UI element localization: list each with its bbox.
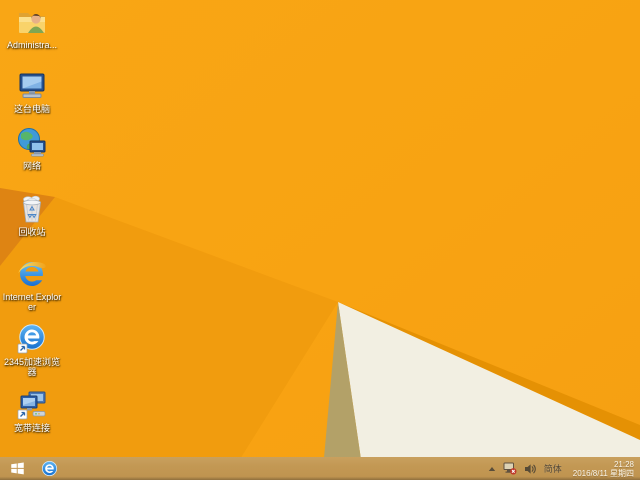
volume-button[interactable] — [524, 463, 537, 475]
input-method-indicator[interactable]: 简体 — [544, 462, 562, 475]
taskbar-app-browser-2345[interactable] — [34, 457, 64, 480]
desktop-icon-label: 这台电脑 — [13, 104, 50, 114]
windows-logo-icon — [10, 462, 24, 475]
desktop-icon-internet-explorer[interactable]: Internet Explorer — [2, 258, 62, 312]
recycle-bin-icon — [23, 195, 41, 223]
taskbar: 简体 21:28 2016/8/11 星期四 — [0, 457, 640, 480]
browser-2345-icon — [17, 324, 45, 354]
system-tray: 简体 21:28 2016/8/11 星期四 — [488, 457, 638, 480]
browser-2345-taskbar-icon — [41, 460, 57, 477]
desktop-icon-this-pc[interactable]: 这台电脑 — [2, 70, 62, 114]
show-hidden-icons-button[interactable] — [488, 465, 496, 473]
desktop-icon-browser-2345[interactable]: 2345加速浏览器 — [2, 323, 62, 377]
clock-date: 2016/8/11 星期四 — [572, 468, 634, 478]
desktop-icon-label: Internet Explorer — [2, 292, 62, 312]
desktop-icon-broadband[interactable]: 宽带连接 — [2, 389, 62, 433]
desktop[interactable]: Administra... 这台电脑 网络 回收站 Internet Explo… — [0, 0, 640, 480]
taskbar-clock[interactable]: 21:28 2016/8/11 星期四 — [569, 460, 638, 478]
network-disconnected-icon — [503, 462, 517, 475]
desktop-icon-label: Administra... — [6, 40, 57, 50]
wallpaper-image — [0, 0, 640, 480]
desktop-icon-label: 网络 — [22, 161, 41, 171]
network-globe-icon — [18, 128, 46, 157]
clock-time: 21:28 — [613, 459, 634, 469]
desktop-icon-admin-folder[interactable]: Administra... — [2, 6, 62, 50]
speaker-icon — [524, 463, 536, 474]
computer-icon — [19, 73, 45, 98]
desktop-icon-label: 2345加速浏览器 — [3, 357, 61, 377]
desktop-icon-label: 宽带连接 — [13, 423, 50, 433]
user-folder-icon — [19, 13, 45, 33]
network-status-button[interactable] — [503, 462, 517, 475]
desktop-icon-network[interactable]: 网络 — [2, 127, 62, 171]
chevron-up-icon — [488, 466, 495, 471]
broadband-connection-icon — [17, 391, 46, 420]
desktop-icon-label: 回收站 — [18, 227, 46, 237]
start-button[interactable] — [0, 457, 34, 480]
internet-explorer-icon — [18, 262, 46, 286]
desktop-icon-recycle-bin[interactable]: 回收站 — [2, 193, 62, 237]
